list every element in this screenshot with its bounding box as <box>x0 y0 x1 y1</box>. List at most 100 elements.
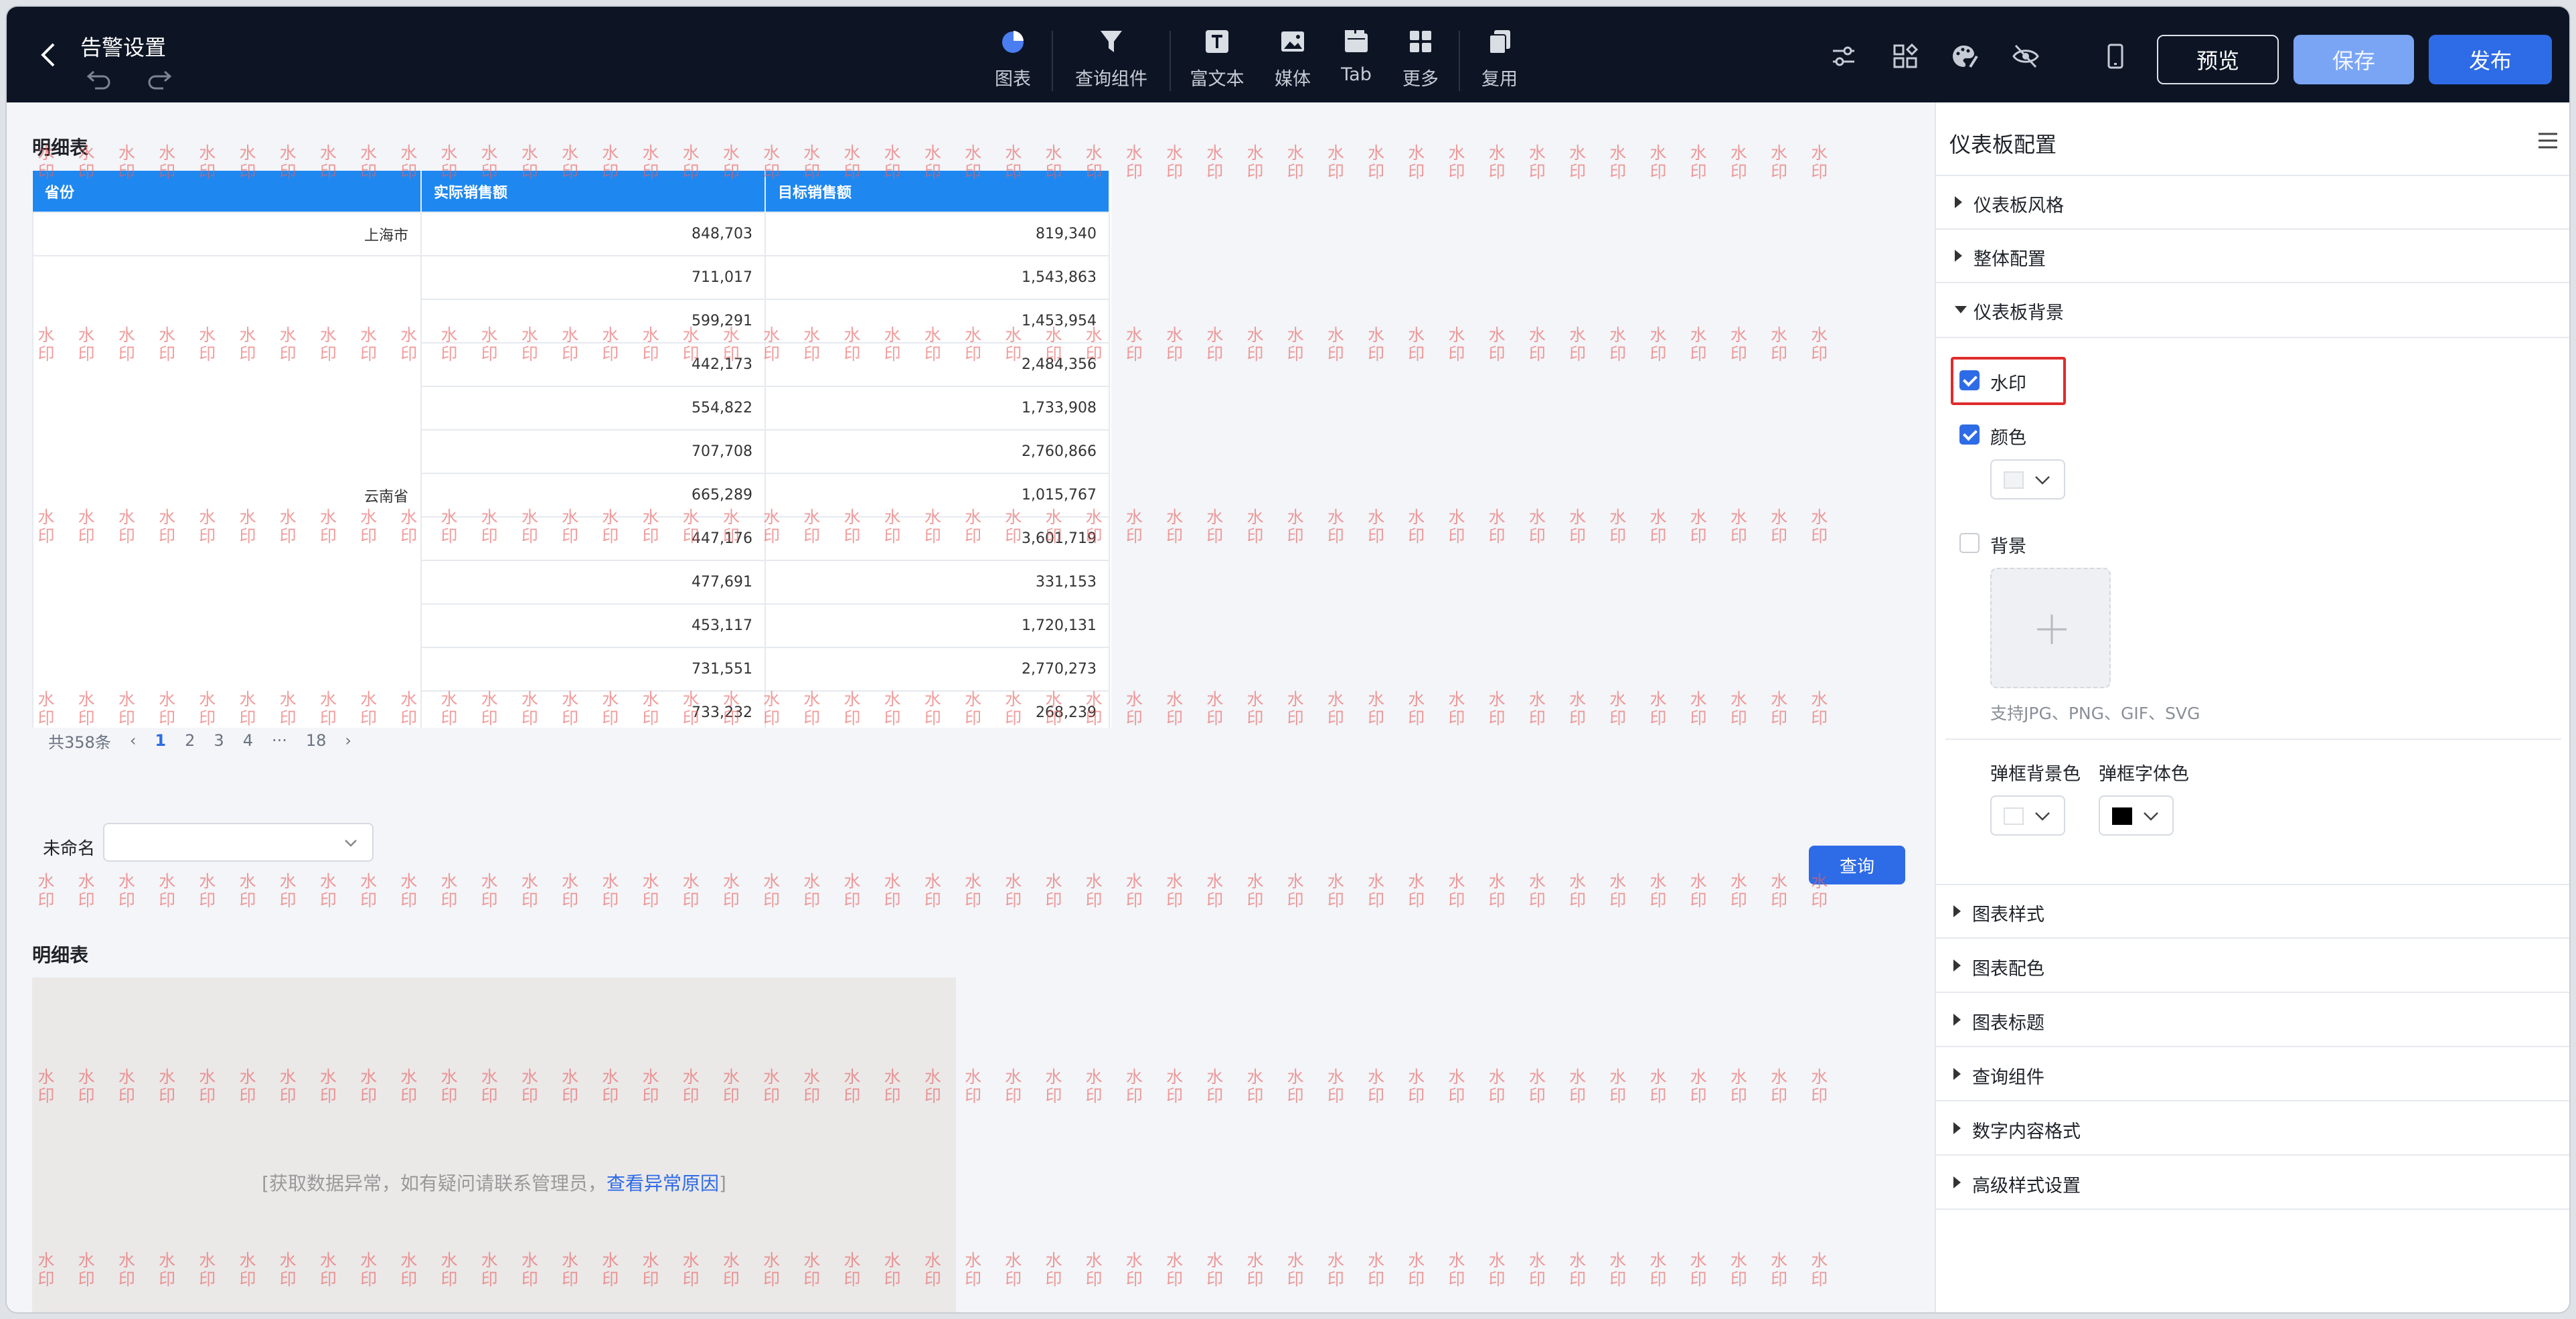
page-1[interactable]: 1 <box>155 731 166 750</box>
watermark-mark: 水印 <box>1246 143 1264 181</box>
query-component-button[interactable]: 查询组件 <box>1064 27 1158 94</box>
watermark-mark: 水印 <box>159 872 176 910</box>
watermark-mark: 水印 <box>1771 325 1788 364</box>
watermark-mark: 水印 <box>1206 325 1224 364</box>
actual-sales-cell: 711,017 <box>420 255 766 300</box>
section-dashboard-background[interactable]: 仪表板背景 <box>1936 283 2569 337</box>
next-page-icon[interactable]: › <box>345 731 351 750</box>
watermark-mark: 水印 <box>1488 1067 1506 1105</box>
watermark-mark: 水印 <box>1488 1251 1506 1289</box>
section-chart-colors[interactable]: 图表配色 <box>1935 939 2569 993</box>
watermark-mark: 水印 <box>1569 872 1587 910</box>
target-sales-cell: 1,015,767 <box>764 473 1110 518</box>
watermark-mark: 水印 <box>1005 872 1022 910</box>
settings-sliders-icon[interactable] <box>1828 40 1860 72</box>
watermark-mark: 水印 <box>1045 1251 1062 1289</box>
grid-icon <box>1406 27 1435 56</box>
watermark-mark: 水印 <box>1609 325 1627 364</box>
watermark-mark: 水印 <box>1085 872 1103 910</box>
target-sales-cell: 1,720,131 <box>764 603 1110 648</box>
filter-select[interactable] <box>103 823 374 862</box>
target-sales-cell: 1,733,908 <box>764 386 1110 431</box>
reuse-button[interactable]: 复用 <box>1453 27 1546 94</box>
column-header[interactable]: 省份 <box>33 171 422 212</box>
watermark-mark: 水印 <box>1811 690 1828 728</box>
section-query-component[interactable]: 查询组件 <box>1935 1048 2569 1101</box>
watermark-mark: 水印 <box>1246 872 1264 910</box>
error-reason-link[interactable]: 查看异常原因 <box>607 1172 719 1194</box>
watermark-mark: 水印 <box>1771 872 1788 910</box>
section-chart-title[interactable]: 图表标题 <box>1935 994 2569 1047</box>
actual-sales-cell: 665,289 <box>420 473 766 518</box>
menu-icon[interactable] <box>2536 131 2560 151</box>
watermark-mark: 水印 <box>78 872 95 910</box>
watermark-mark: 水印 <box>1085 1251 1103 1289</box>
page-18[interactable]: 18 <box>306 731 327 750</box>
target-sales-cell: 1,453,954 <box>764 299 1110 343</box>
watermark-mark: 水印 <box>1811 1067 1828 1105</box>
actual-sales-cell: 442,173 <box>420 342 766 387</box>
redo-icon[interactable] <box>145 66 174 92</box>
watermark-mark: 水印 <box>1730 143 1747 181</box>
watermark-mark: 水印 <box>1488 143 1506 181</box>
watermark-mark: 水印 <box>1287 1067 1304 1105</box>
preview-button[interactable]: 预览 <box>2157 35 2279 84</box>
color-checkbox[interactable] <box>1959 424 1980 445</box>
target-sales-cell: 268,239 <box>764 690 1110 728</box>
watermark-mark: 水印 <box>1649 508 1667 546</box>
plus-icon <box>2037 615 2067 644</box>
column-header[interactable]: 实际销售额 <box>421 171 766 212</box>
eye-hidden-icon[interactable] <box>2010 40 2042 72</box>
tool-label: Tab <box>1341 64 1372 85</box>
column-header[interactable]: 目标销售额 <box>765 171 1110 212</box>
section-dashboard-style[interactable]: 仪表板风格 <box>1936 176 2569 230</box>
back-icon[interactable] <box>33 40 63 70</box>
target-sales-cell: 2,484,356 <box>764 342 1110 387</box>
panel-title: 仪表板配置 <box>1949 132 2057 157</box>
table-row: 上海市 848,703 819,340 <box>32 212 1110 256</box>
background-upload[interactable] <box>1990 568 2111 688</box>
watermark-mark: 水印 <box>1125 1067 1143 1105</box>
watermark-mark: 水印 <box>965 1251 982 1289</box>
section-divider <box>1936 337 2569 338</box>
watermark-mark: 水印 <box>440 872 458 910</box>
panel-header: 仪表板配置 <box>1936 102 2569 176</box>
page-ellipsis[interactable]: ··· <box>272 731 287 750</box>
page-4[interactable]: 4 <box>243 731 253 750</box>
popup-font-color-picker[interactable] <box>2099 795 2174 836</box>
prev-page-icon[interactable]: ‹ <box>130 731 137 750</box>
watermark-mark: 水印 <box>1005 1067 1022 1105</box>
watermark-mark: 水印 <box>1085 1067 1103 1105</box>
color-swatch <box>2004 471 2024 489</box>
save-button[interactable]: 保存 <box>2293 35 2414 84</box>
chart-tool-button[interactable]: 图表 <box>966 27 1060 94</box>
watermark-mark: 水印 <box>1408 872 1425 910</box>
watermark-color-picker[interactable] <box>1990 459 2065 499</box>
watermark-mark: 水印 <box>1528 1251 1546 1289</box>
watermark-mark: 水印 <box>1327 143 1344 181</box>
background-checkbox[interactable] <box>1959 533 1980 553</box>
section-advanced-style[interactable]: 高级样式设置 <box>1935 1156 2569 1210</box>
watermark-mark: 水印 <box>1690 1067 1707 1105</box>
mobile-icon[interactable] <box>2099 40 2131 72</box>
watermark-mark: 水印 <box>1569 1251 1587 1289</box>
watermark-mark: 水印 <box>1287 325 1304 364</box>
watermark-mark: 水印 <box>1528 508 1546 546</box>
undo-icon[interactable] <box>84 66 114 92</box>
theme-palette-icon[interactable] <box>1948 40 1980 72</box>
page-3[interactable]: 3 <box>214 731 224 750</box>
watermark-mark: 水印 <box>1045 872 1062 910</box>
publish-button[interactable]: 发布 <box>2429 35 2552 84</box>
tool-label: 更多 <box>1402 69 1439 90</box>
layout-icon[interactable] <box>1889 40 1921 72</box>
popup-bg-color-picker[interactable] <box>1990 795 2065 836</box>
section-chart-style[interactable]: 图表样式 <box>1935 885 2569 939</box>
filter-label: 未命名 <box>43 839 96 859</box>
query-button[interactable]: 查询 <box>1809 846 1905 884</box>
actual-sales-cell: 731,551 <box>420 647 766 692</box>
watermark-mark: 水印 <box>1649 1251 1667 1289</box>
page-2[interactable]: 2 <box>185 731 195 750</box>
watermark-mark: 水印 <box>1488 872 1506 910</box>
section-number-format[interactable]: 数字内容格式 <box>1935 1102 2569 1156</box>
section-overall-config[interactable]: 整体配置 <box>1936 230 2569 283</box>
